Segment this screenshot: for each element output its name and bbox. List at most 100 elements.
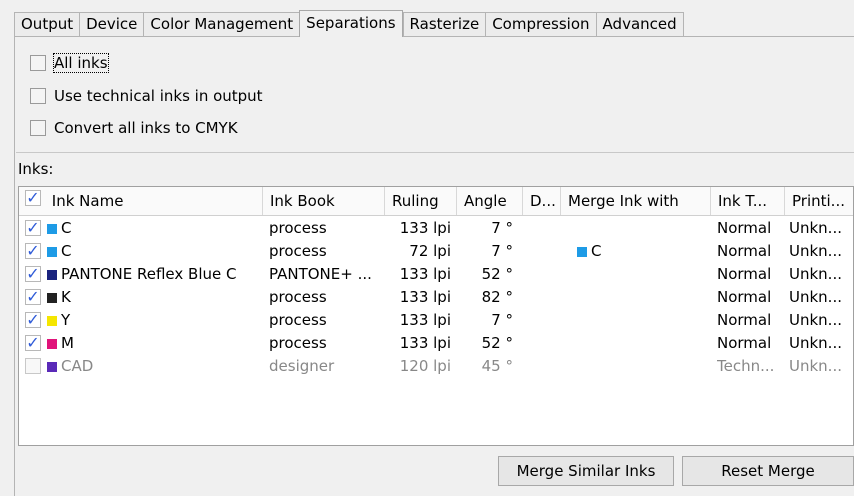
ink-name-text: M	[61, 334, 74, 352]
convert-cmyk-label: Convert all inks to CMYK	[54, 119, 238, 137]
ink-type-cell: Normal	[717, 288, 772, 306]
merge-ink-cell[interactable]	[577, 217, 707, 240]
tab-color-management[interactable]: Color Management	[143, 12, 300, 36]
angle-cell: 52 °	[481, 334, 513, 352]
inks-table[interactable]: ✓ Ink Name Ink Book Ruling Angle D... Me…	[18, 186, 854, 446]
ruling-cell: 133 lpi	[399, 219, 451, 237]
ink-type-cell: Normal	[717, 334, 772, 352]
ink-name-cell: C	[47, 217, 261, 240]
header-d[interactable]: D...	[523, 187, 561, 215]
ink-book-cell: process	[269, 334, 327, 352]
table-row[interactable]: ✓ Cprocess 133 lpi 7 ° Normal Unkn...	[19, 217, 853, 240]
printing-cell: Unkn...	[789, 357, 842, 375]
all-inks-option[interactable]: All inks	[30, 52, 109, 74]
ink-color-swatch	[47, 270, 57, 280]
merge-ink-cell[interactable]: C	[577, 240, 707, 263]
ink-name-text: Y	[61, 311, 71, 329]
angle-cell: 7 °	[491, 311, 513, 329]
ink-enabled-checkbox[interactable]	[25, 358, 41, 374]
ink-name-text: C	[61, 219, 72, 237]
ink-name-text: C	[61, 242, 72, 260]
ink-name-text: CAD	[61, 357, 94, 375]
inks-heading: Inks:	[18, 160, 54, 178]
table-row[interactable]: ✓ Yprocess 133 lpi 7 ° Normal Unkn...	[19, 309, 853, 332]
merge-ink-cell[interactable]	[577, 286, 707, 309]
ink-name-cell: M	[47, 332, 261, 355]
table-header: ✓ Ink Name Ink Book Ruling Angle D... Me…	[19, 187, 853, 216]
ink-name-cell: C	[47, 240, 261, 263]
merge-ink-cell[interactable]	[577, 263, 707, 286]
use-technical-inks-option[interactable]: Use technical inks in output	[30, 85, 263, 107]
section-divider	[16, 152, 854, 153]
tab-bar: Output Device Color Management Separatio…	[14, 10, 684, 37]
tab-output[interactable]: Output	[14, 12, 80, 36]
tab-advanced[interactable]: Advanced	[595, 12, 684, 36]
ruling-cell: 133 lpi	[399, 334, 451, 352]
table-row[interactable]: ✓ Kprocess 133 lpi 82 ° Normal Unkn...	[19, 286, 853, 309]
select-all-checkbox[interactable]: ✓	[25, 190, 41, 206]
merge-ink-cell[interactable]	[577, 332, 707, 355]
table-row[interactable]: CAD designer 120 lpi 45 ° Techn... Unkn...	[19, 355, 853, 378]
angle-cell: 7 °	[491, 219, 513, 237]
tab-rasterize[interactable]: Rasterize	[402, 12, 486, 36]
ruling-cell: 133 lpi	[399, 288, 451, 306]
ink-name-cell: CAD	[47, 355, 261, 378]
header-ink-type[interactable]: Ink T...	[711, 187, 785, 215]
ink-type-cell: Normal	[717, 219, 772, 237]
ink-enabled-checkbox[interactable]: ✓	[25, 243, 41, 259]
header-merge-ink-with[interactable]: Merge Ink with	[561, 187, 711, 215]
header-printing[interactable]: Printi...	[785, 187, 853, 215]
ink-enabled-checkbox[interactable]: ✓	[25, 289, 41, 305]
ink-type-cell: Techn...	[717, 357, 775, 375]
merge-ink-cell[interactable]	[577, 355, 707, 378]
ink-book-cell: process	[269, 219, 327, 237]
merge-ink-text: C	[591, 242, 602, 260]
tab-separations[interactable]: Separations	[299, 10, 403, 37]
merge-ink-cell[interactable]	[577, 309, 707, 332]
all-inks-checkbox[interactable]	[30, 55, 46, 71]
ink-book-cell: designer	[269, 357, 335, 375]
use-technical-inks-checkbox[interactable]	[30, 88, 46, 104]
convert-cmyk-option[interactable]: Convert all inks to CMYK	[30, 117, 238, 139]
ink-color-swatch	[47, 362, 57, 372]
ink-color-swatch	[47, 316, 57, 326]
ink-name-text: PANTONE Reflex Blue C	[61, 265, 237, 283]
header-ink-book[interactable]: Ink Book	[263, 187, 385, 215]
reset-merge-button[interactable]: Reset Merge	[682, 456, 854, 486]
printing-cell: Unkn...	[789, 265, 842, 283]
angle-cell: 45 °	[481, 357, 513, 375]
ink-type-cell: Normal	[717, 265, 772, 283]
ink-color-swatch	[47, 293, 57, 303]
printing-cell: Unkn...	[789, 242, 842, 260]
ink-name-cell: K	[47, 286, 261, 309]
table-row[interactable]: ✓ Mprocess 133 lpi 52 ° Normal Unkn...	[19, 332, 853, 355]
tab-compression[interactable]: Compression	[485, 12, 596, 36]
ink-enabled-checkbox[interactable]: ✓	[25, 312, 41, 328]
angle-cell: 52 °	[481, 265, 513, 283]
ink-color-swatch	[47, 339, 57, 349]
header-angle[interactable]: Angle	[457, 187, 523, 215]
use-technical-inks-label: Use technical inks in output	[54, 87, 263, 105]
ink-book-cell: process	[269, 242, 327, 260]
ruling-cell: 72 lpi	[409, 242, 451, 260]
table-row[interactable]: ✓ PANTONE Reflex Blue C PANTONE+ ... 133 lp…	[19, 263, 853, 286]
ink-enabled-checkbox[interactable]: ✓	[25, 335, 41, 351]
printing-cell: Unkn...	[789, 288, 842, 306]
ink-type-cell: Normal	[717, 311, 772, 329]
ink-color-swatch	[47, 247, 57, 257]
convert-cmyk-checkbox[interactable]	[30, 120, 46, 136]
ink-enabled-checkbox[interactable]: ✓	[25, 220, 41, 236]
table-row[interactable]: ✓ Cprocess 72 lpi 7 ° C Normal Unkn...	[19, 240, 853, 263]
all-inks-label: All inks	[53, 53, 109, 73]
angle-cell: 82 °	[481, 288, 513, 306]
merge-color-swatch	[577, 247, 587, 257]
ink-book-cell: process	[269, 288, 327, 306]
printing-cell: Unkn...	[789, 334, 842, 352]
header-ink-name[interactable]: ✓ Ink Name	[19, 187, 263, 215]
ink-name-text: K	[61, 288, 71, 306]
printing-cell: Unkn...	[789, 311, 842, 329]
header-ruling[interactable]: Ruling	[385, 187, 457, 215]
ink-enabled-checkbox[interactable]: ✓	[25, 266, 41, 282]
tab-device[interactable]: Device	[79, 12, 144, 36]
merge-similar-inks-button[interactable]: Merge Similar Inks	[498, 456, 674, 486]
